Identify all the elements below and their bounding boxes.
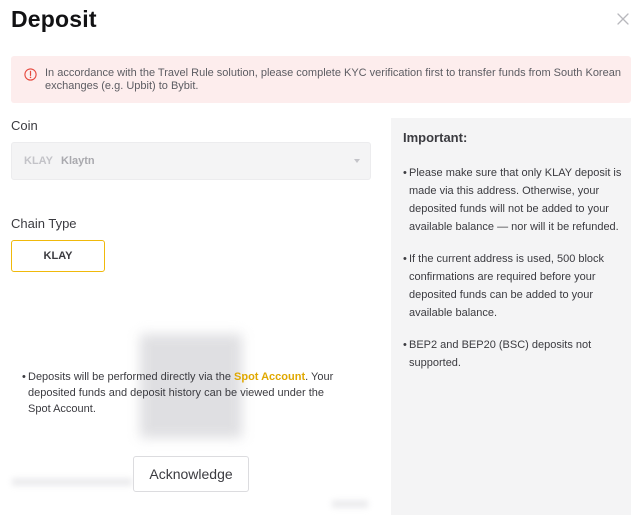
bullet: • bbox=[403, 167, 407, 179]
spot-account-link[interactable]: Spot Account bbox=[234, 371, 305, 383]
important-item-text: BEP2 and BEP20 (BSC) deposits not suppor… bbox=[409, 339, 592, 369]
blurred-copy-text bbox=[332, 500, 368, 508]
page-title: Deposit bbox=[11, 6, 97, 32]
important-item-text: Please make sure that only KLAY deposit … bbox=[409, 167, 622, 233]
chain-option-klay[interactable]: KLAY bbox=[11, 240, 105, 272]
acknowledge-button[interactable]: Acknowledge bbox=[133, 456, 249, 492]
bullet: • bbox=[403, 339, 407, 351]
caret-down-icon bbox=[354, 159, 360, 163]
coin-symbol: KLAY bbox=[24, 155, 53, 167]
important-list: • Please make sure that only KLAY deposit… bbox=[403, 164, 625, 386]
list-item: • Please make sure that only KLAY deposit… bbox=[403, 164, 625, 236]
kyc-alert-banner: In accordance with the Travel Rule solut… bbox=[11, 56, 631, 103]
important-item-text: If the current address is used, 500 bloc… bbox=[409, 253, 605, 319]
alert-circle-icon bbox=[24, 68, 37, 81]
bullet: • bbox=[403, 253, 407, 265]
notice-bullet: • bbox=[22, 371, 26, 383]
alert-text: In accordance with the Travel Rule solut… bbox=[45, 67, 621, 92]
list-item: • If the current address is used, 500 blo… bbox=[403, 250, 625, 322]
close-icon[interactable] bbox=[612, 8, 634, 30]
important-heading: Important: bbox=[403, 130, 468, 145]
notice-text-before: Deposits will be performed directly via … bbox=[28, 371, 235, 383]
coin-label: Coin bbox=[11, 118, 38, 133]
list-item: • BEP2 and BEP20 (BSC) deposits not suppo… bbox=[403, 336, 625, 372]
spot-account-notice: • Deposits will be performed directly via… bbox=[22, 369, 343, 417]
important-panel: Important: • Please make sure that only K… bbox=[391, 118, 631, 515]
chain-type-label: Chain Type bbox=[11, 216, 77, 231]
blurred-address-text bbox=[12, 478, 132, 486]
coin-select[interactable]: KLAY Klaytn bbox=[11, 142, 371, 180]
coin-name: Klaytn bbox=[61, 155, 95, 167]
